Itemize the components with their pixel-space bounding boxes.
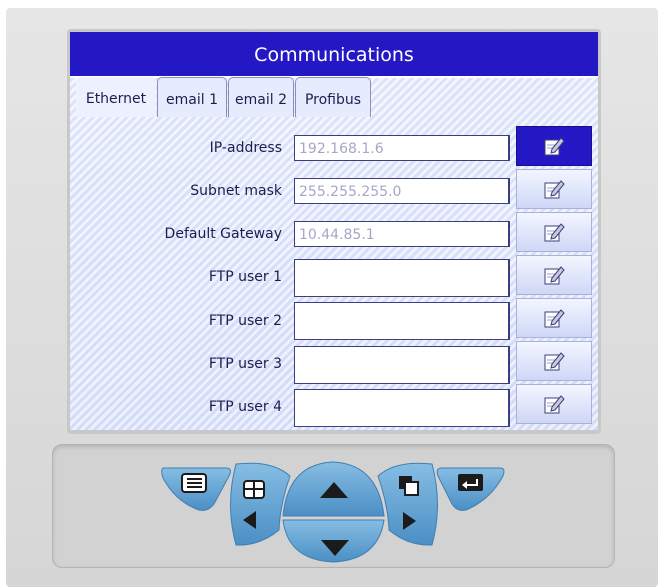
up-key[interactable] bbox=[282, 461, 385, 517]
down-key[interactable] bbox=[282, 519, 385, 563]
right-key[interactable] bbox=[377, 462, 438, 546]
grid-view-icon bbox=[243, 480, 265, 499]
enter-icon bbox=[458, 474, 483, 491]
keypad bbox=[161, 461, 505, 563]
menu-key[interactable] bbox=[161, 467, 231, 511]
menu-list-icon bbox=[181, 473, 207, 493]
enter-key[interactable] bbox=[436, 467, 505, 511]
left-key[interactable] bbox=[230, 462, 291, 546]
